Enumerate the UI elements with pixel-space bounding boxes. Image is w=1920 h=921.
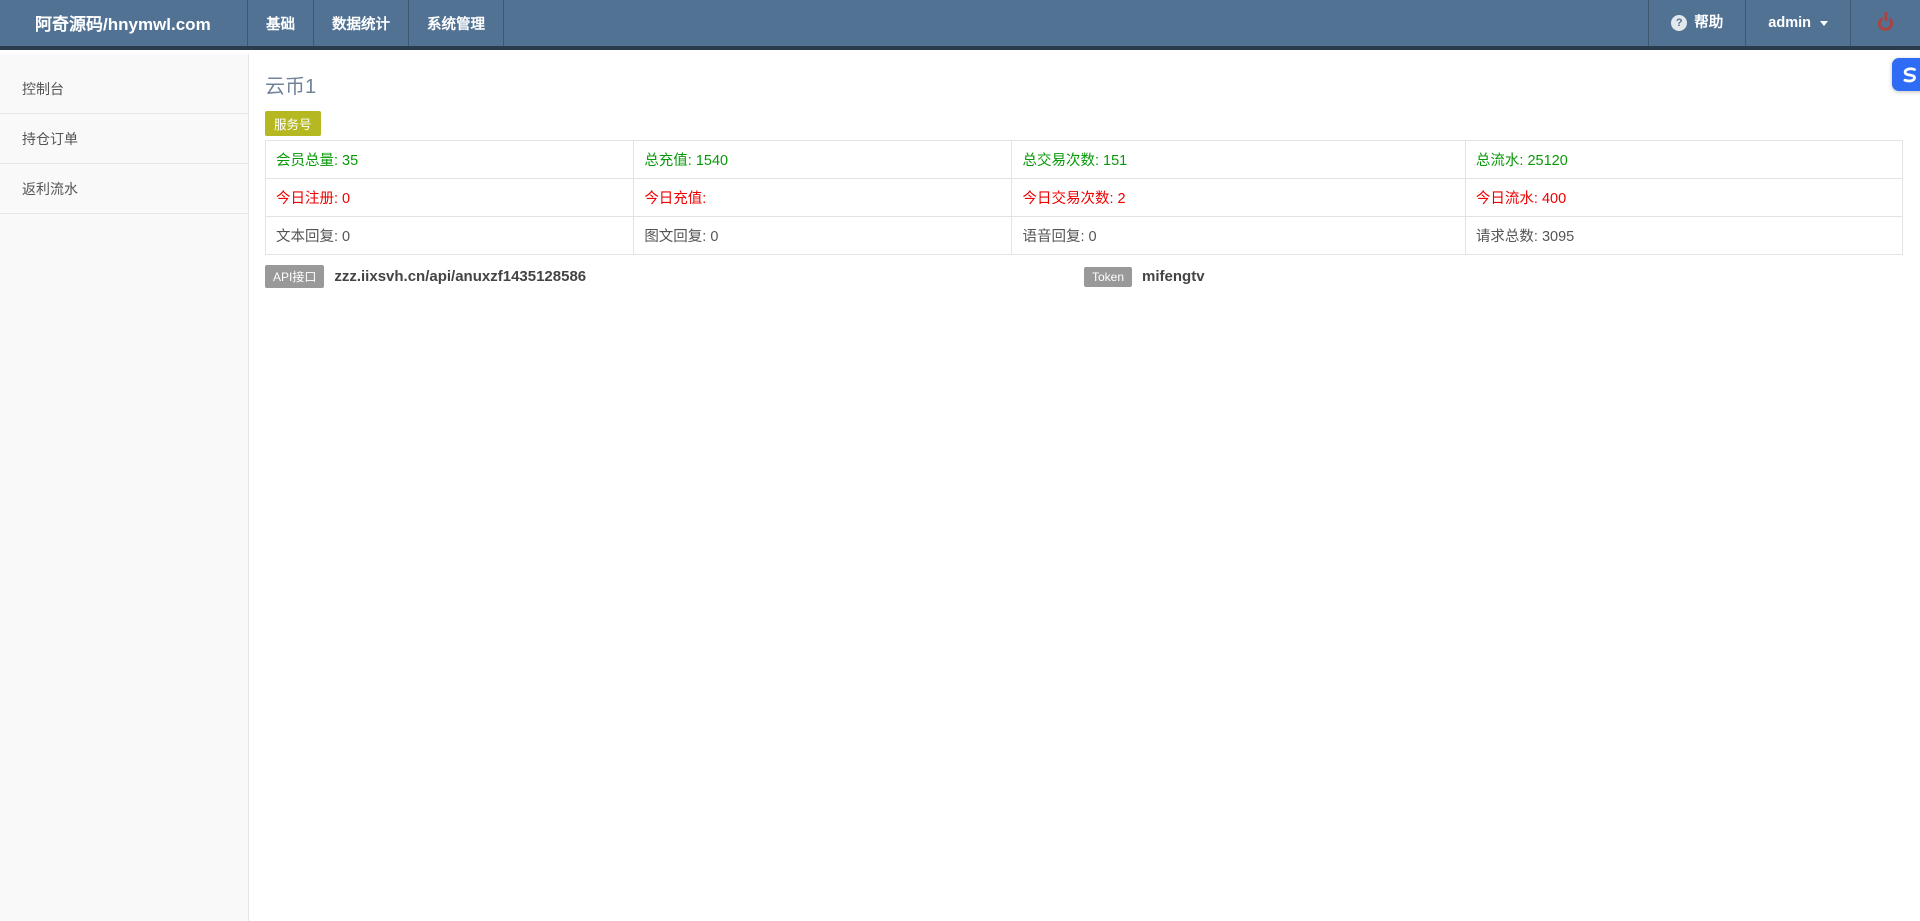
stat-text-reply: 文本回复: 0 [264, 216, 635, 255]
table-row-replies: 文本回复: 0 图文回复: 0 语音回复: 0 请求总数: 3095 [264, 216, 1904, 255]
token-label-badge: Token [1084, 266, 1133, 287]
api-label-badge: API接口 [265, 265, 325, 288]
help-label: 帮助 [1694, 15, 1724, 31]
question-circle-icon: ? [1671, 15, 1688, 31]
sidebar-item-position-orders[interactable]: 持仓订单 [0, 114, 248, 164]
stat-requests-total: 请求总数: 3095 [1464, 216, 1904, 255]
stat-recharge-today: 今日充值: [633, 178, 1013, 217]
stat-flow-today: 今日流水: 400 [1464, 178, 1904, 217]
sidebar-item-console[interactable]: 控制台 [0, 64, 248, 114]
token-value: mifengtv [1142, 268, 1205, 285]
account-type-badge: 服务号 [265, 111, 321, 136]
stat-members-total: 会员总量: 35 [264, 140, 635, 179]
stat-flow-total: 总流水: 25120 [1464, 140, 1904, 179]
nav-tab-basic[interactable]: 基础 [247, 0, 313, 46]
nav-tab-system[interactable]: 系统管理 [408, 0, 504, 46]
stats-table: 会员总量: 35 总充值: 1540 总交易次数: 151 总流水: 25120… [264, 140, 1904, 255]
power-icon [1878, 15, 1893, 31]
stat-voice-reply: 语音回复: 0 [1011, 216, 1466, 255]
api-endpoint-url: zzz.iixsvh.cn/api/anuxzf1435128586 [334, 268, 587, 285]
sidebar: 控制台 持仓订单 返利流水 [0, 54, 249, 921]
navbar-right: ? 帮助 admin [1648, 0, 1920, 46]
user-dropdown[interactable]: admin [1745, 0, 1850, 46]
logout-button[interactable] [1850, 0, 1920, 46]
page-title: 云币1 [265, 76, 317, 98]
table-row-totals: 会员总量: 35 总充值: 1540 总交易次数: 151 总流水: 25120 [264, 140, 1904, 179]
stat-recharge-total: 总充值: 1540 [633, 140, 1013, 179]
api-endpoint-group: API接口 zzz.iixsvh.cn/api/anuxzf1435128586 [265, 265, 1084, 288]
extension-float-button[interactable] [1892, 58, 1920, 91]
help-menu[interactable]: ? 帮助 [1648, 0, 1745, 46]
nav-tab-statistics[interactable]: 数据统计 [313, 0, 408, 46]
token-group: Token mifengtv [1084, 266, 1205, 287]
sidebar-item-rebate-flow[interactable]: 返利流水 [0, 164, 248, 214]
user-label: admin [1768, 15, 1811, 31]
navbar-menu: 基础 数据统计 系统管理 [247, 0, 504, 46]
brand-title: 阿奇源码/hnymwl.com [35, 15, 211, 34]
main-content: 云币1 服务号 会员总量: 35 总充值: 1540 总交易次数: 151 总流… [250, 50, 1920, 288]
stat-trades-today: 今日交易次数: 2 [1011, 178, 1466, 217]
navbar-spacer [504, 0, 1648, 46]
stat-trades-total: 总交易次数: 151 [1011, 140, 1466, 179]
s-logo-icon [1903, 66, 1916, 82]
table-row-today: 今日注册: 0 今日充值: 今日交易次数: 2 今日流水: 400 [264, 178, 1904, 217]
stat-register-today: 今日注册: 0 [264, 178, 635, 217]
stat-image-reply: 图文回复: 0 [633, 216, 1013, 255]
top-navbar: 阿奇源码/hnymwl.com 基础 数据统计 系统管理 ? 帮助 admin [0, 0, 1920, 50]
api-info-row: API接口 zzz.iixsvh.cn/api/anuxzf1435128586… [265, 265, 1903, 288]
caret-down-icon [1820, 20, 1828, 26]
